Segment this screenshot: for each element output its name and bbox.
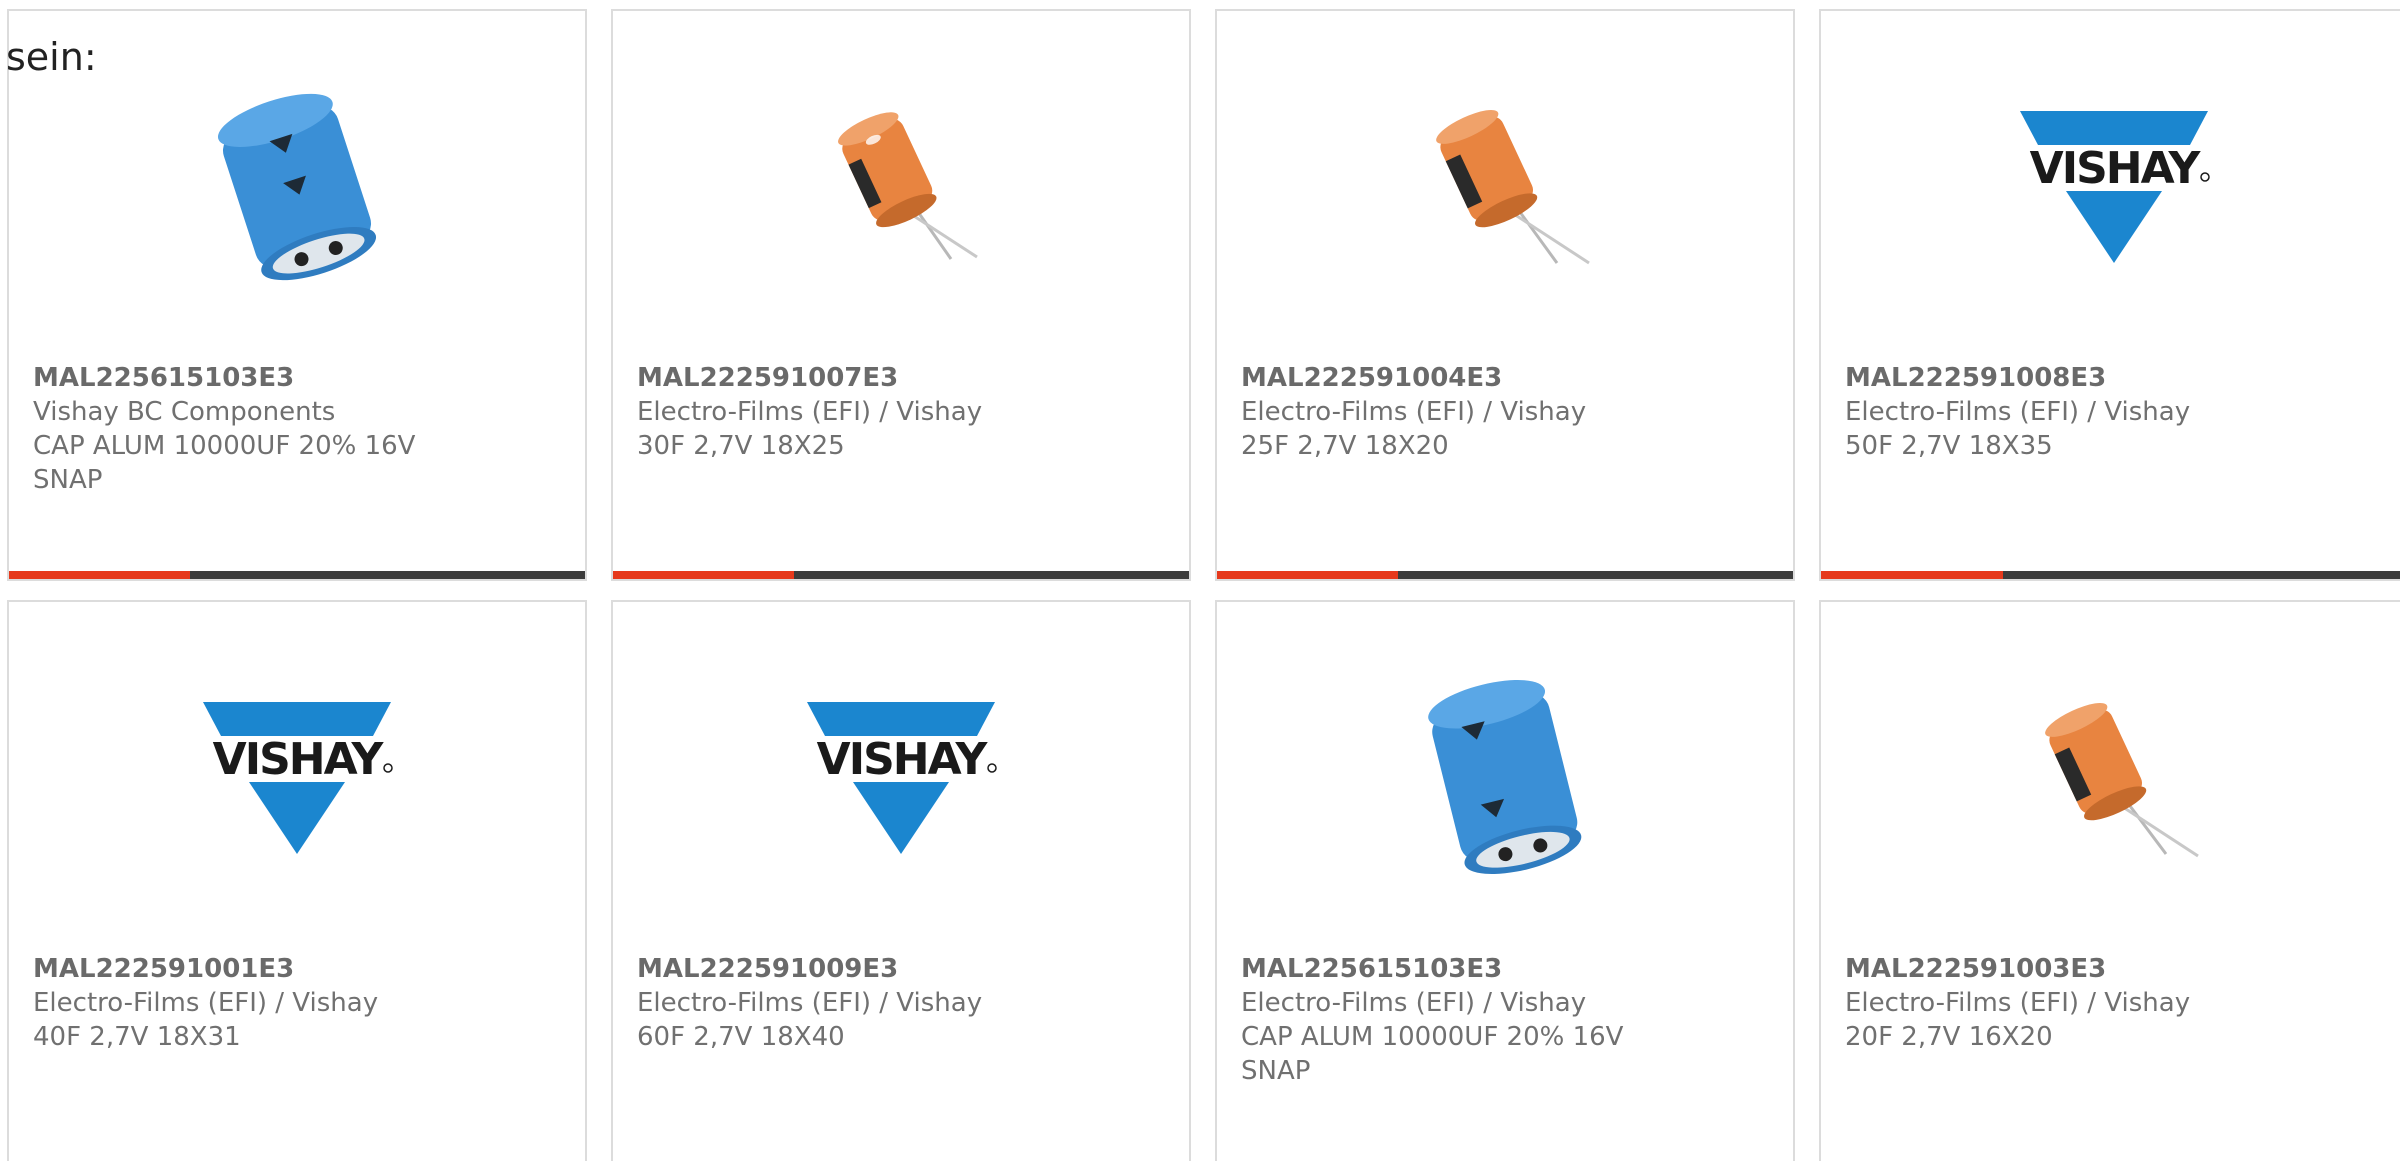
product-text: MAL222591003E3 Electro-Films (EFI) / Vis…	[1845, 952, 2383, 1054]
product-image	[1405, 678, 1605, 878]
card-accent	[1217, 571, 1399, 579]
product-card[interactable]: VISHAY MAL222591009E3 Electro-Films (EFI…	[611, 600, 1191, 1161]
blue-snap-capacitor-icon	[1405, 678, 1605, 878]
card-bottom-bar	[9, 571, 585, 579]
product-image: VISHAY	[801, 678, 1001, 878]
product-part-number[interactable]: MAL222591007E3	[637, 361, 1165, 395]
orange-radial-capacitor-icon	[801, 87, 1001, 287]
product-image: VISHAY	[2014, 87, 2214, 287]
product-image	[1405, 87, 1605, 287]
card-bottom-bar	[1821, 571, 2400, 579]
product-description: 25F 2,7V 18X20	[1241, 431, 1449, 461]
product-description: CAP ALUM 10000UF 20% 16V SNAP	[33, 431, 416, 495]
product-text: MAL222591008E3 Electro-Films (EFI) / Vis…	[1845, 361, 2383, 463]
product-description: CAP ALUM 10000UF 20% 16V SNAP	[1241, 1022, 1624, 1086]
product-manufacturer: Electro-Films (EFI) / Vishay	[1845, 397, 2191, 427]
product-part-number[interactable]: MAL225615103E3	[33, 361, 561, 395]
product-manufacturer: Electro-Films (EFI) / Vishay	[1241, 988, 1587, 1018]
product-card[interactable]: MAL225615103E3 Electro-Films (EFI) / Vis…	[1215, 600, 1795, 1161]
product-text: MAL225615103E3 Vishay BC Components CAP …	[33, 361, 561, 497]
product-text: MAL222591001E3 Electro-Films (EFI) / Vis…	[33, 952, 561, 1054]
blue-snap-capacitor-icon	[197, 87, 397, 287]
product-image	[197, 87, 397, 287]
product-card[interactable]: VISHAY MAL222591008E3 Electro-Films (EFI…	[1819, 9, 2400, 581]
orange-radial-capacitor-icon	[1405, 87, 1605, 287]
product-part-number[interactable]: MAL222591008E3	[1845, 361, 2383, 395]
product-manufacturer: Electro-Films (EFI) / Vishay	[637, 988, 983, 1018]
card-bottom-bar	[613, 571, 1189, 579]
vishay-logo: VISHAY	[801, 678, 1001, 878]
product-part-number[interactable]: MAL222591001E3	[33, 952, 561, 986]
card-accent	[9, 571, 191, 579]
product-part-number[interactable]: MAL222591009E3	[637, 952, 1165, 986]
product-text: MAL222591004E3 Electro-Films (EFI) / Vis…	[1241, 361, 1769, 463]
svg-text:VISHAY: VISHAY	[817, 734, 989, 785]
product-description: 30F 2,7V 18X25	[637, 431, 845, 461]
product-part-number[interactable]: MAL225615103E3	[1241, 952, 1769, 986]
product-text: MAL222591007E3 Electro-Films (EFI) / Vis…	[637, 361, 1165, 463]
product-card[interactable]: MAL222591003E3 Electro-Films (EFI) / Vis…	[1819, 600, 2400, 1161]
product-text: MAL222591009E3 Electro-Films (EFI) / Vis…	[637, 952, 1165, 1054]
vishay-logo: VISHAY	[197, 678, 397, 878]
product-card[interactable]: MAL222591004E3 Electro-Films (EFI) / Vis…	[1215, 9, 1795, 581]
product-card[interactable]: VISHAY MAL222591001E3 Electro-Films (EFI…	[7, 600, 587, 1161]
product-part-number[interactable]: MAL222591003E3	[1845, 952, 2383, 986]
card-accent	[613, 571, 795, 579]
product-image	[2014, 678, 2214, 878]
product-manufacturer: Electro-Films (EFI) / Vishay	[1845, 988, 2191, 1018]
product-description: 50F 2,7V 18X35	[1845, 431, 2053, 461]
product-grid-page: sein: MAL225615103E3 Vishay BC Component…	[0, 0, 2400, 1161]
product-manufacturer: Electro-Films (EFI) / Vishay	[637, 397, 983, 427]
orange-radial-capacitor-icon	[2014, 678, 2214, 878]
product-description: 20F 2,7V 16X20	[1845, 1022, 2053, 1052]
product-card[interactable]: MAL222591007E3 Electro-Films (EFI) / Vis…	[611, 9, 1191, 581]
svg-text:VISHAY: VISHAY	[213, 734, 385, 785]
svg-text:VISHAY: VISHAY	[2030, 143, 2202, 194]
product-description: 60F 2,7V 18X40	[637, 1022, 845, 1052]
product-image	[801, 87, 1001, 287]
product-image: VISHAY	[197, 678, 397, 878]
product-card[interactable]: MAL225615103E3 Vishay BC Components CAP …	[7, 9, 587, 581]
card-accent	[1821, 571, 2003, 579]
vishay-logo: VISHAY	[2014, 87, 2214, 287]
card-bottom-bar	[1217, 571, 1793, 579]
product-part-number[interactable]: MAL222591004E3	[1241, 361, 1769, 395]
product-manufacturer: Vishay BC Components	[33, 397, 336, 427]
product-manufacturer: Electro-Films (EFI) / Vishay	[1241, 397, 1587, 427]
product-description: 40F 2,7V 18X31	[33, 1022, 241, 1052]
intro-text: sein:	[6, 35, 97, 79]
product-manufacturer: Electro-Films (EFI) / Vishay	[33, 988, 379, 1018]
product-text: MAL225615103E3 Electro-Films (EFI) / Vis…	[1241, 952, 1769, 1088]
